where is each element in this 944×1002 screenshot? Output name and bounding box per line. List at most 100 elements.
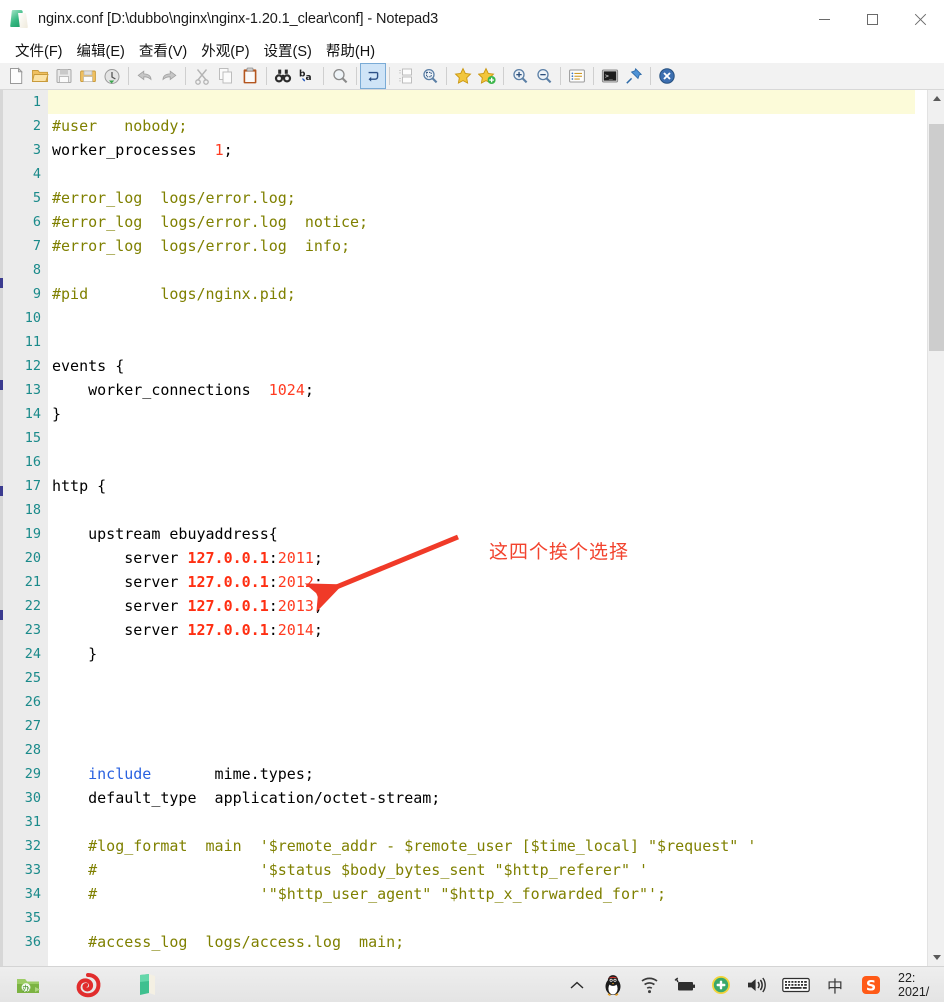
editor-area[interactable]: 1 2 3 4 5 6 7 8 9 10 11 12 13 14 15 16 17 18 19 20 21 22 23 24 2… xyxy=(0,90,944,966)
maximize-button[interactable] xyxy=(848,0,896,38)
code-line[interactable]: worker_processes 1; xyxy=(48,138,915,162)
code-token: #error_log logs/error.log; xyxy=(52,189,296,207)
toolbar-button-always-on-top-pin[interactable] xyxy=(622,64,646,88)
tray-volume[interactable] xyxy=(746,974,768,996)
code-line[interactable]: events { xyxy=(48,354,915,378)
code-line[interactable]: server 127.0.0.1:2014; xyxy=(48,618,915,642)
toolbar-button-redo[interactable] xyxy=(157,64,181,88)
code-line[interactable]: http { xyxy=(48,474,915,498)
menu-help[interactable]: 帮助(H) xyxy=(319,38,382,63)
code-line[interactable] xyxy=(48,330,915,354)
toolbar-button-copy[interactable] xyxy=(214,64,238,88)
toolbar-button-console[interactable]: >_ xyxy=(598,64,622,88)
close-button[interactable] xyxy=(896,0,944,38)
toolbar-button-new-file[interactable] xyxy=(4,64,28,88)
tray-ime-mode[interactable]: 中 xyxy=(824,974,846,996)
code-line[interactable]: # '$status $body_bytes_sent "$http_refer… xyxy=(48,858,915,882)
code-line[interactable]: server 127.0.0.1:2013; xyxy=(48,594,915,618)
tray-battery[interactable] xyxy=(674,974,696,996)
code-token: server xyxy=(52,573,188,591)
toolbar-button-save-as[interactable] xyxy=(76,64,100,88)
tray-security[interactable] xyxy=(710,974,732,996)
taskbar-app-explorer[interactable]: 办 xyxy=(14,971,42,999)
vertical-scrollbar[interactable] xyxy=(927,90,944,966)
code-line[interactable]: server 127.0.0.1:2011; xyxy=(48,546,915,570)
code-line[interactable] xyxy=(48,306,915,330)
toolbar-button-undo[interactable] xyxy=(133,64,157,88)
toolbar-button-find-binoculars[interactable] xyxy=(271,64,295,88)
taskbar-clock[interactable]: 22: 2021/ xyxy=(896,971,940,999)
code-line[interactable] xyxy=(48,498,915,522)
taskbar-app-nginx[interactable] xyxy=(74,971,102,999)
menu-appearance[interactable]: 外观(P) xyxy=(194,38,256,63)
toolbar-button-save[interactable] xyxy=(52,64,76,88)
toolbar-button-word-wrap[interactable] xyxy=(360,63,386,89)
tray-show-hidden[interactable] xyxy=(566,974,588,996)
toolbar-button-replace-ba[interactable]: ba xyxy=(295,64,319,88)
code-line[interactable]: #access_log logs/access.log main; xyxy=(48,930,915,954)
code-line[interactable] xyxy=(48,90,915,114)
minimize-button[interactable] xyxy=(800,0,848,38)
tray-network[interactable] xyxy=(638,974,660,996)
zoom-magnifier-icon xyxy=(331,67,349,85)
toolbar-button-scheme-list[interactable] xyxy=(565,64,589,88)
menu-edit[interactable]: 编辑(E) xyxy=(70,38,132,63)
menu-file[interactable]: 文件(F) xyxy=(8,38,70,63)
code-line[interactable]: #error_log logs/error.log; xyxy=(48,186,915,210)
code-line[interactable]: upstream ebuyaddress{ xyxy=(48,522,915,546)
code-line[interactable] xyxy=(48,738,915,762)
code-line[interactable] xyxy=(48,162,915,186)
scrollbar-thumb[interactable] xyxy=(929,123,944,352)
code-line[interactable]: } xyxy=(48,642,915,666)
code-token: ; xyxy=(313,597,323,615)
code-line[interactable] xyxy=(48,666,915,690)
taskbar-app-notepad3[interactable] xyxy=(134,971,162,999)
speaker-icon xyxy=(748,977,766,993)
tool-bar: b a >_ xyxy=(0,63,944,90)
code-line[interactable]: #error_log logs/error.log info; xyxy=(48,234,915,258)
line-number: 5 xyxy=(32,190,41,206)
new-file-icon xyxy=(7,67,25,85)
code-line[interactable] xyxy=(48,906,915,930)
toolbar-button-zoom-in[interactable] xyxy=(508,64,532,88)
code-line[interactable]: } xyxy=(48,402,915,426)
code-line[interactable] xyxy=(48,258,915,282)
scroll-up-arrow-icon[interactable] xyxy=(928,90,944,107)
code-line[interactable] xyxy=(48,450,915,474)
code-line[interactable]: #error_log logs/error.log notice; xyxy=(48,210,915,234)
code-line[interactable]: include mime.types; xyxy=(48,762,915,786)
menu-settings[interactable]: 设置(S) xyxy=(257,38,319,63)
toolbar-button-zoom-magnifier[interactable] xyxy=(328,64,352,88)
line-number: 32 xyxy=(24,838,41,854)
toolbar-button-cut-scissors[interactable] xyxy=(190,64,214,88)
code-text[interactable]: #user nobody; worker_processes 1; #error_… xyxy=(48,90,915,966)
code-line[interactable]: worker_connections 1024; xyxy=(48,378,915,402)
tray-sogou[interactable]: S xyxy=(860,974,882,996)
code-line[interactable]: default_type application/octet-stream; xyxy=(48,786,915,810)
toolbar-button-exit-cancel[interactable] xyxy=(655,64,679,88)
toolbar-button-file-history[interactable] xyxy=(100,64,124,88)
code-token: : xyxy=(268,549,278,567)
code-line[interactable]: server 127.0.0.1:2012; xyxy=(48,570,915,594)
menu-view[interactable]: 查看(V) xyxy=(132,38,194,63)
code-line[interactable]: #pid logs/nginx.pid; xyxy=(48,282,915,306)
toolbar-button-bookmark-add-star[interactable] xyxy=(475,64,499,88)
code-line[interactable] xyxy=(48,714,915,738)
tray-keyboard[interactable] xyxy=(782,974,810,996)
code-line[interactable] xyxy=(48,690,915,714)
tray-qq[interactable] xyxy=(602,974,624,996)
green-folder-icon: 办 xyxy=(17,978,40,993)
code-line[interactable] xyxy=(48,810,915,834)
toolbar-button-zoom-selection[interactable] xyxy=(418,64,442,88)
toolbar-button-bookmark-star[interactable] xyxy=(451,64,475,88)
code-line[interactable]: # '"$http_user_agent" "$http_x_forwarded… xyxy=(48,882,915,906)
scroll-down-arrow-icon[interactable] xyxy=(928,949,944,966)
toolbar-button-indent-lines[interactable] xyxy=(394,64,418,88)
toolbar-button-open-folder[interactable] xyxy=(28,64,52,88)
code-line[interactable]: #log_format main '$remote_addr - $remote… xyxy=(48,834,915,858)
title-bar[interactable]: nginx.conf [D:\dubbo\nginx\nginx-1.20.1_… xyxy=(0,0,944,38)
code-line[interactable] xyxy=(48,426,915,450)
toolbar-button-zoom-out[interactable] xyxy=(532,64,556,88)
code-line[interactable]: #user nobody; xyxy=(48,114,915,138)
toolbar-button-paste-clipboard[interactable] xyxy=(238,64,262,88)
